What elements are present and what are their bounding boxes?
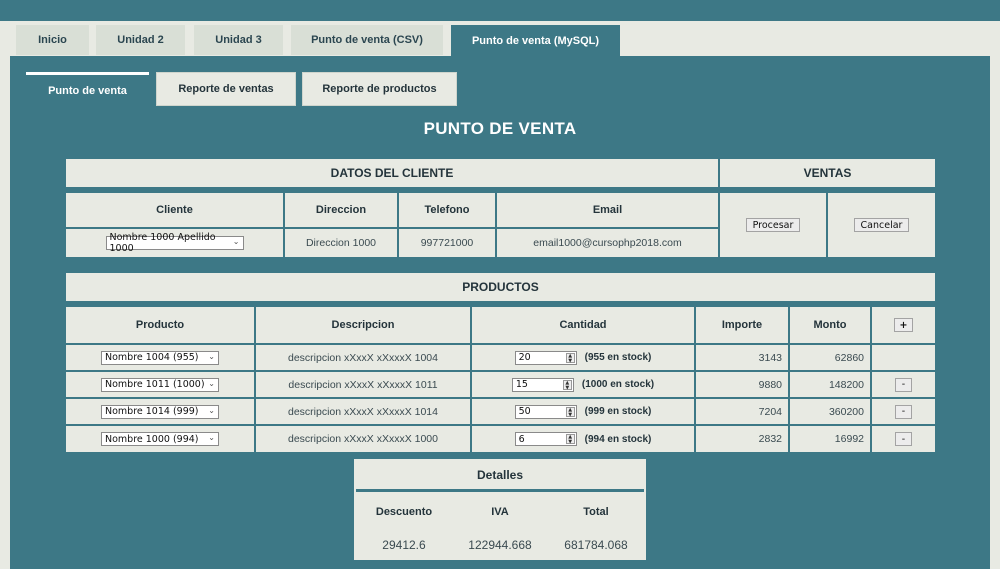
total-value: 681784.068 xyxy=(548,535,644,555)
col-direccion: Direccion xyxy=(285,193,397,227)
col-telefono: Telefono xyxy=(399,193,495,227)
stock-label: (1000 en stock) xyxy=(581,379,655,390)
stock-label: (955 en stock) xyxy=(584,352,652,363)
cliente-select-value: Nombre 1000 Apellido 1000 xyxy=(109,232,216,254)
cliente-select-cell: Nombre 1000 Apellido 1000 ⌄ xyxy=(66,229,283,257)
producto-select-value: Nombre 1011 (1000) xyxy=(105,379,205,390)
table-row-monto: 62860 xyxy=(790,345,870,370)
table-row-action: - xyxy=(872,399,935,424)
top-bar xyxy=(0,0,1000,21)
datos-cliente-header: DATOS DEL CLIENTE xyxy=(66,159,718,187)
table-row-descripcion: descripcion xXxxX xXxxxX 1011 xyxy=(256,372,470,397)
cantidad-value: 6 xyxy=(518,433,525,445)
table-row-producto: Nombre 1004 (955) ⌄ xyxy=(66,345,254,370)
cantidad-input[interactable]: 20 ▲ ▼ xyxy=(514,350,577,365)
col-iva: IVA xyxy=(452,502,548,522)
stepper-arrows-icon[interactable]: ▲ ▼ xyxy=(562,379,572,390)
tab-punto-de-venta-csv[interactable]: Punto de venta (CSV) xyxy=(291,25,443,55)
table-row-importe: 9880 xyxy=(696,372,788,397)
add-product-button[interactable]: + xyxy=(893,318,914,332)
cliente-direccion: Direccion 1000 xyxy=(285,229,397,257)
col-importe: Importe xyxy=(696,307,788,343)
producto-select[interactable]: Nombre 1014 (999) ⌄ xyxy=(101,404,219,419)
table-row-cantidad: 20 ▲ ▼ (955 en stock) xyxy=(472,345,694,370)
add-cell: + xyxy=(872,307,935,343)
cantidad-value: 50 xyxy=(518,406,531,417)
table-row-producto: Nombre 1000 (994) ⌄ xyxy=(66,426,254,452)
chevron-down-icon: ⌄ xyxy=(208,351,215,361)
table-row-descripcion: descripcion xXxxX xXxxxX 1000 xyxy=(256,426,470,452)
subtab-reporte-de-ventas[interactable]: Reporte de ventas xyxy=(156,72,296,106)
col-email: Email xyxy=(497,193,718,227)
col-descripcion: Descripcion xyxy=(256,307,470,343)
producto-select[interactable]: Nombre 1000 (994) ⌄ xyxy=(101,432,219,446)
tab-unidad-2[interactable]: Unidad 2 xyxy=(96,25,185,55)
procesar-cell: Procesar xyxy=(720,193,826,257)
stock-label: (994 en stock) xyxy=(584,433,652,445)
producto-select-value: Nombre 1000 (994) xyxy=(105,433,199,445)
iva-value: 122944.668 xyxy=(452,535,548,555)
chevron-down-icon: ⌄ xyxy=(208,405,215,415)
cancelar-cell: Cancelar xyxy=(828,193,935,257)
table-row-action: - xyxy=(872,426,935,452)
col-descuento: Descuento xyxy=(356,502,452,522)
tab-punto-de-venta-mysql[interactable]: Punto de venta (MySQL) xyxy=(451,25,620,57)
table-row-action: - xyxy=(872,372,935,397)
producto-select-value: Nombre 1014 (999) xyxy=(105,406,199,417)
producto-select-value: Nombre 1004 (955) xyxy=(105,352,199,363)
stock-label: (999 en stock) xyxy=(584,406,652,417)
remove-product-button[interactable]: - xyxy=(894,377,913,392)
producto-select[interactable]: Nombre 1011 (1000) ⌄ xyxy=(101,377,219,392)
subtab-reporte-de-productos[interactable]: Reporte de productos xyxy=(302,72,457,106)
cantidad-input[interactable]: 15 ▲ ▼ xyxy=(511,377,574,392)
table-row-monto: 360200 xyxy=(790,399,870,424)
stepper-arrows-icon[interactable]: ▲ ▼ xyxy=(565,434,575,445)
productos-header: PRODUCTOS xyxy=(66,273,935,301)
cantidad-value: 15 xyxy=(515,379,528,390)
stepper-arrows-icon[interactable]: ▲ ▼ xyxy=(565,352,575,363)
detalles-title: Detalles xyxy=(354,462,646,488)
cantidad-value: 20 xyxy=(518,352,531,363)
table-row-cantidad: 6 ▲ ▼ (994 en stock) xyxy=(472,426,694,452)
procesar-button[interactable]: Procesar xyxy=(745,218,801,232)
col-cliente: Cliente xyxy=(66,193,283,227)
table-row-monto: 148200 xyxy=(790,372,870,397)
col-producto: Producto xyxy=(66,307,254,343)
stepper-arrows-icon[interactable]: ▲ ▼ xyxy=(565,406,575,417)
ventas-header: VENTAS xyxy=(720,159,935,187)
table-row-descripcion: descripcion xXxxX xXxxxX 1004 xyxy=(256,345,470,370)
chevron-down-icon: ⌄ xyxy=(232,237,240,246)
table-row-cantidad: 15 ▲ ▼ (1000 en stock) xyxy=(472,372,694,397)
detalles-divider xyxy=(356,489,644,492)
remove-product-button[interactable]: - xyxy=(894,404,913,419)
subtab-punto-de-venta[interactable]: Punto de venta xyxy=(26,72,149,106)
table-row-importe: 2832 xyxy=(696,426,788,452)
table-row-importe: 3143 xyxy=(696,345,788,370)
table-row-producto: Nombre 1014 (999) ⌄ xyxy=(66,399,254,424)
cantidad-input[interactable]: 50 ▲ ▼ xyxy=(514,404,577,419)
chevron-down-icon: ⌄ xyxy=(208,378,215,388)
remove-product-button[interactable]: - xyxy=(894,432,913,446)
cancelar-button[interactable]: Cancelar xyxy=(853,218,910,232)
col-total: Total xyxy=(548,502,644,522)
page-title: PUNTO DE VENTA xyxy=(423,119,577,138)
tab-unidad-3[interactable]: Unidad 3 xyxy=(194,25,283,55)
cliente-telefono: 997721000 xyxy=(399,229,495,257)
table-row-monto: 16992 xyxy=(790,426,870,452)
table-row-descripcion: descripcion xXxxX xXxxxX 1014 xyxy=(256,399,470,424)
table-row-importe: 7204 xyxy=(696,399,788,424)
cliente-email: email1000@cursophp2018.com xyxy=(497,229,718,257)
producto-select[interactable]: Nombre 1004 (955) ⌄ xyxy=(101,350,219,365)
cantidad-input[interactable]: 6 ▲ ▼ xyxy=(514,432,577,446)
tab-inicio[interactable]: Inicio xyxy=(16,25,89,55)
table-row-producto: Nombre 1011 (1000) ⌄ xyxy=(66,372,254,397)
cliente-select[interactable]: Nombre 1000 Apellido 1000 ⌄ xyxy=(105,232,244,254)
table-row-action xyxy=(872,345,935,370)
descuento-value: 29412.6 xyxy=(356,535,452,555)
table-row-cantidad: 50 ▲ ▼ (999 en stock) xyxy=(472,399,694,424)
main-nav-tabs: Inicio Unidad 2 Unidad 3 Punto de venta … xyxy=(0,21,1000,57)
col-monto: Monto xyxy=(790,307,870,343)
col-cantidad: Cantidad xyxy=(472,307,694,343)
chevron-down-icon: ⌄ xyxy=(208,433,215,442)
